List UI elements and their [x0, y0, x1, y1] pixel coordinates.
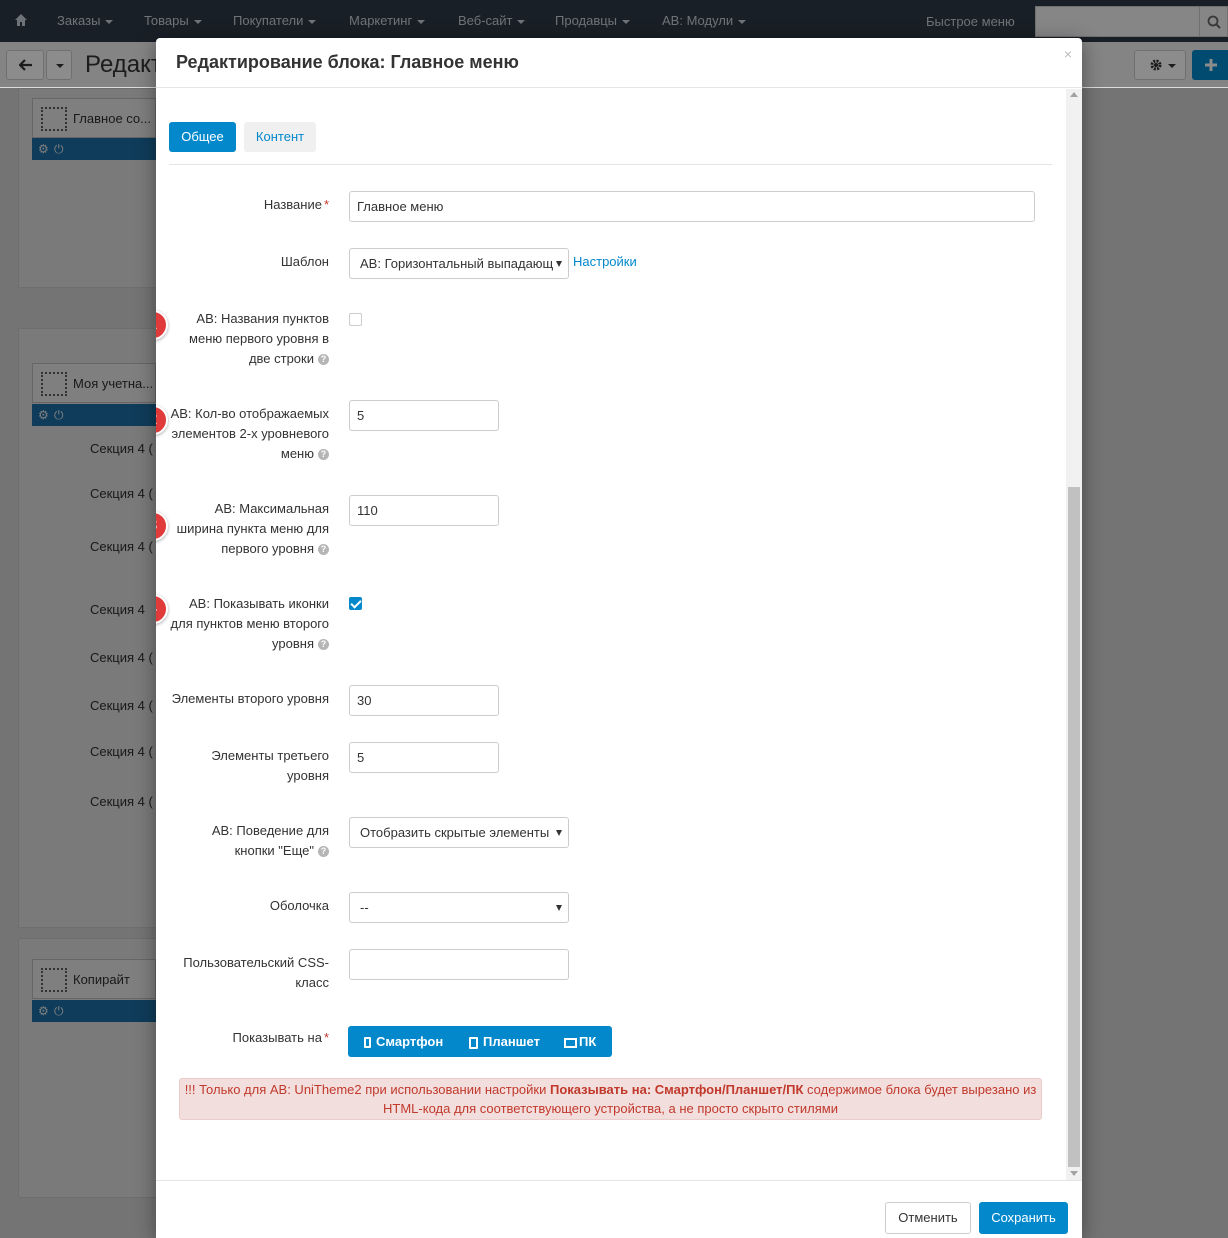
scroll-down-arrow-icon[interactable]	[1070, 1171, 1078, 1176]
name-input[interactable]: Главное меню	[349, 191, 1035, 222]
name-label: Название *	[263, 197, 329, 212]
wrapper-label: Оболочка	[269, 898, 329, 913]
two-lines-checkbox[interactable]	[349, 313, 362, 326]
close-icon[interactable]: ×	[1064, 46, 1072, 62]
modal-footer: Отменить Сохранить	[156, 1180, 1082, 1238]
label-line: AB: Кол-во отображаемых	[170, 406, 329, 421]
device-toggle-group: Смартфон Планшет ПК	[348, 1026, 612, 1057]
modal-header: Редактирование блока: Главное меню ×	[156, 38, 1082, 88]
label-line: кнопки "Еще"	[234, 843, 314, 858]
annotation-badge-3: 3	[156, 511, 168, 541]
annotation-badge-2: 2	[156, 405, 168, 435]
cancel-button[interactable]: Отменить	[885, 1202, 971, 1234]
scroll-up-arrow-icon[interactable]	[1070, 92, 1078, 97]
label-line: две строки	[248, 351, 314, 366]
third-level-items-input[interactable]: 5	[349, 742, 499, 773]
two-lines-label: AB: Названия пунктов меню первого уровня…	[189, 309, 329, 369]
more-behavior-select[interactable]: Отобразить скрытые элементы	[349, 817, 569, 848]
edit-block-modal: Редактирование блока: Главное меню × Общ…	[156, 38, 1082, 1238]
label-line: Пользовательский CSS-	[183, 955, 329, 970]
css-class-input[interactable]	[349, 949, 569, 980]
label-line: класс	[295, 975, 329, 990]
label-line: AB: Поведение для	[211, 823, 329, 838]
show-icons-label: AB: Показывать иконки для пунктов меню в…	[171, 594, 329, 654]
tablet-icon	[469, 1036, 478, 1049]
scroll-track	[1068, 105, 1080, 487]
tab-content[interactable]: Контент	[244, 122, 316, 152]
alert-text: !!! Только для AB: UniTheme2 при использ…	[184, 1082, 550, 1097]
second-level-count-label: AB: Кол-во отображаемых элементов 2-х ур…	[171, 404, 329, 464]
css-class-label: Пользовательский CSS- класс	[183, 953, 329, 993]
tab-general[interactable]: Общее	[169, 122, 236, 152]
help-icon[interactable]: ?	[318, 639, 329, 651]
template-select[interactable]: AB: Горизонтальный выпадающ	[349, 248, 569, 279]
label-line: AB: Названия пунктов	[196, 311, 329, 326]
template-settings-link[interactable]: Настройки	[573, 254, 637, 269]
smartphone-toggle[interactable]: Смартфон	[364, 1026, 443, 1057]
annotation-badge-1: 1	[156, 310, 168, 340]
select-arrow-icon	[556, 905, 562, 911]
modal-title: Редактирование блока: Главное меню	[176, 52, 519, 72]
label-line: элементов 2-х уровневого	[171, 426, 329, 441]
label-line: уровня	[287, 768, 329, 783]
tablet-toggle[interactable]: Планшет	[469, 1026, 540, 1057]
label-line: AB: Максимальная	[214, 501, 329, 516]
template-label: Шаблон	[280, 254, 329, 269]
help-icon[interactable]: ?	[318, 846, 329, 858]
max-width-input[interactable]: 110	[349, 495, 499, 526]
modal-scrollbar[interactable]	[1066, 89, 1082, 1180]
save-button[interactable]: Сохранить	[979, 1202, 1068, 1234]
label-line: первого уровня	[221, 541, 314, 556]
second-level-items-input[interactable]: 30	[349, 685, 499, 716]
help-icon[interactable]: ?	[318, 544, 329, 556]
show-on-label: Показывать на *	[232, 1030, 329, 1045]
help-icon[interactable]: ?	[318, 449, 329, 461]
required-mark: *	[323, 1030, 329, 1045]
alert-bold-text: Показывать на: Смартфон/Планшет/ПК	[549, 1082, 804, 1097]
desktop-toggle[interactable]: ПК	[564, 1026, 596, 1057]
label-line: уровня	[272, 636, 314, 651]
annotation-badge-4: 4	[156, 594, 168, 624]
desktop-icon	[564, 1037, 577, 1048]
wrapper-select[interactable]: --	[349, 892, 569, 923]
select-arrow-icon	[556, 830, 562, 836]
modal-body: Общее Контент Название * Главное меню Шаб…	[156, 89, 1066, 1180]
required-mark: *	[323, 197, 329, 212]
third-level-items-label: Элементы третьего уровня	[211, 746, 329, 786]
max-width-label: AB: Максимальная ширина пункта меню для …	[177, 499, 329, 559]
label-line: AB: Показывать иконки	[189, 596, 329, 611]
scroll-thumb[interactable]	[1068, 487, 1080, 1167]
smartphone-icon	[364, 1037, 371, 1049]
tabs-divider	[169, 164, 1052, 165]
second-level-count-input[interactable]: 5	[349, 400, 499, 431]
modal-backdrop	[0, 0, 1228, 42]
label-line: для пунктов меню второго	[170, 616, 329, 631]
more-behavior-label: AB: Поведение для кнопки "Еще"?	[212, 821, 329, 861]
show-icons-checkbox[interactable]	[349, 597, 362, 610]
help-icon[interactable]: ?	[318, 354, 329, 366]
device-warning-alert: !!! Только для AB: UniTheme2 при использ…	[179, 1078, 1042, 1120]
label-line: меню	[280, 446, 314, 461]
second-level-items-label: Элементы второго уровня	[171, 691, 329, 706]
label-line: меню первого уровня в	[189, 331, 329, 346]
label-line: ширина пункта меню для	[176, 521, 329, 536]
label-line: Элементы третьего	[211, 748, 329, 763]
top-navbar: Заказы Товары Покупатели Маркетинг Веб-с…	[0, 0, 1228, 42]
select-arrow-icon	[556, 261, 562, 267]
